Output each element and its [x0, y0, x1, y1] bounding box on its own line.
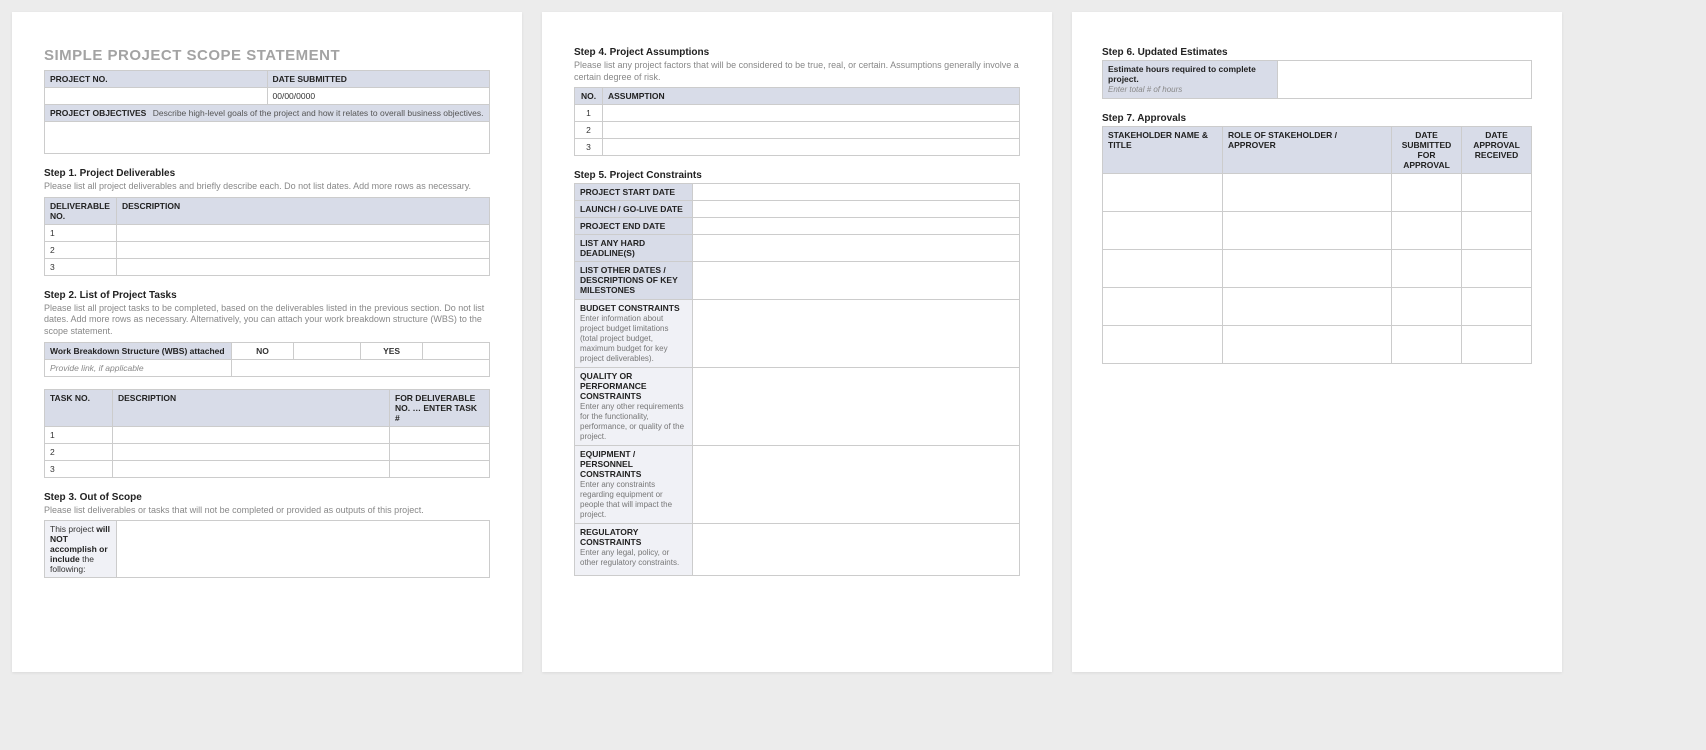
step4-desc: Please list any project factors that wil…	[574, 60, 1020, 83]
wbs-no-label: NO	[231, 342, 293, 359]
page-1: SIMPLE PROJECT SCOPE STATEMENT PROJECT N…	[12, 12, 522, 672]
out-of-scope-side: This project will NOT accomplish or incl…	[45, 521, 117, 578]
estimate-value[interactable]	[1278, 61, 1532, 99]
task-desc-header: DESCRIPTION	[113, 389, 390, 426]
step1-heading: Step 1. Project Deliverables	[44, 168, 490, 179]
wbs-link-label: Provide link, if applicable	[45, 359, 232, 376]
wbs-label: Work Breakdown Structure (WBS) attached	[45, 342, 232, 359]
step5-heading: Step 5. Project Constraints	[574, 170, 1020, 181]
task-row[interactable]: 1	[45, 426, 113, 443]
step7-heading: Step 7. Approvals	[1102, 113, 1532, 124]
step2-heading: Step 2. List of Project Tasks	[44, 290, 490, 301]
step6-heading: Step 6. Updated Estimates	[1102, 47, 1532, 58]
step3-heading: Step 3. Out of Scope	[44, 492, 490, 503]
appr-role-header: ROLE OF STAKEHOLDER / APPROVER	[1223, 127, 1392, 174]
assump-row[interactable]: 2	[575, 122, 603, 139]
deliverable-row[interactable]: 3	[45, 258, 117, 275]
task-row[interactable]: 2	[45, 443, 113, 460]
c-budget: BUDGET CONSTRAINTS Enter information abo…	[575, 300, 693, 368]
project-no-header: PROJECT NO.	[45, 71, 268, 88]
approval-row[interactable]	[1103, 326, 1223, 364]
assumptions-table: NO. ASSUMPTION 1 2 3	[574, 87, 1020, 156]
page-2: Step 4. Project Assumptions Please list …	[542, 12, 1052, 672]
estimates-table: Estimate hours required to complete proj…	[1102, 60, 1532, 99]
c-reg: REGULATORY CONSTRAINTS Enter any legal, …	[575, 524, 693, 576]
assump-row[interactable]: 1	[575, 105, 603, 122]
task-for-header: FOR DELIVERABLE NO. … ENTER TASK #	[390, 389, 490, 426]
deliverable-no-header: DELIVERABLE NO.	[45, 197, 117, 224]
deliverables-table: DELIVERABLE NO. DESCRIPTION 1 2 3	[44, 197, 490, 276]
approval-row[interactable]	[1103, 288, 1223, 326]
project-no-value[interactable]	[45, 88, 268, 105]
date-submitted-header: DATE SUBMITTED	[267, 71, 490, 88]
objectives-header: PROJECT OBJECTIVES Describe high-level g…	[45, 105, 490, 122]
approval-row[interactable]	[1103, 174, 1223, 212]
step4-heading: Step 4. Project Assumptions	[574, 47, 1020, 58]
deliverable-row[interactable]: 1	[45, 224, 117, 241]
appr-sub-header: DATE SUBMITTED FOR APPROVAL	[1392, 127, 1462, 174]
assump-row[interactable]: 3	[575, 139, 603, 156]
wbs-no-value[interactable]	[294, 342, 361, 359]
page-3: Step 6. Updated Estimates Estimate hours…	[1072, 12, 1562, 672]
approval-row[interactable]	[1103, 250, 1223, 288]
assump-header: ASSUMPTION	[603, 88, 1020, 105]
c-equip: EQUIPMENT / PERSONNEL CONSTRAINTS Enter …	[575, 446, 693, 524]
c-deadlines: LIST ANY HARD DEADLINE(S)	[575, 235, 693, 262]
step1-desc: Please list all project deliverables and…	[44, 181, 490, 193]
step3-desc: Please list deliverables or tasks that w…	[44, 505, 490, 517]
assump-no-header: NO.	[575, 88, 603, 105]
tasks-table: TASK NO. DESCRIPTION FOR DELIVERABLE NO.…	[44, 389, 490, 478]
step2-desc: Please list all project tasks to be comp…	[44, 303, 490, 338]
date-submitted-value[interactable]: 00/00/0000	[267, 88, 490, 105]
c-launch: LAUNCH / GO-LIVE DATE	[575, 201, 693, 218]
c-quality: QUALITY OR PERFORMANCE CONSTRAINTS Enter…	[575, 368, 693, 446]
out-of-scope-table: This project will NOT accomplish or incl…	[44, 520, 490, 578]
estimate-label: Estimate hours required to complete proj…	[1103, 61, 1278, 99]
deliverable-desc-header: DESCRIPTION	[117, 197, 490, 224]
objectives-value[interactable]	[45, 122, 490, 154]
approval-row[interactable]	[1103, 212, 1223, 250]
appr-name-header: STAKEHOLDER NAME & TITLE	[1103, 127, 1223, 174]
c-start: PROJECT START DATE	[575, 184, 693, 201]
header-table: PROJECT NO. DATE SUBMITTED 00/00/0000 PR…	[44, 70, 490, 154]
deliverable-row[interactable]: 2	[45, 241, 117, 258]
approvals-table: STAKEHOLDER NAME & TITLE ROLE OF STAKEHO…	[1102, 126, 1532, 364]
out-of-scope-value[interactable]	[117, 521, 490, 578]
c-end: PROJECT END DATE	[575, 218, 693, 235]
document-title: SIMPLE PROJECT SCOPE STATEMENT	[44, 47, 490, 64]
wbs-attached-table: Work Breakdown Structure (WBS) attached …	[44, 342, 490, 377]
wbs-yes-label: YES	[360, 342, 422, 359]
wbs-yes-value[interactable]	[423, 342, 490, 359]
task-row[interactable]: 3	[45, 460, 113, 477]
c-milestones: LIST OTHER DATES / DESCRIPTIONS OF KEY M…	[575, 262, 693, 300]
task-no-header: TASK NO.	[45, 389, 113, 426]
appr-rec-header: DATE APPROVAL RECEIVED	[1462, 127, 1532, 174]
wbs-link-value[interactable]	[231, 359, 489, 376]
constraints-table: PROJECT START DATE LAUNCH / GO-LIVE DATE…	[574, 183, 1020, 576]
